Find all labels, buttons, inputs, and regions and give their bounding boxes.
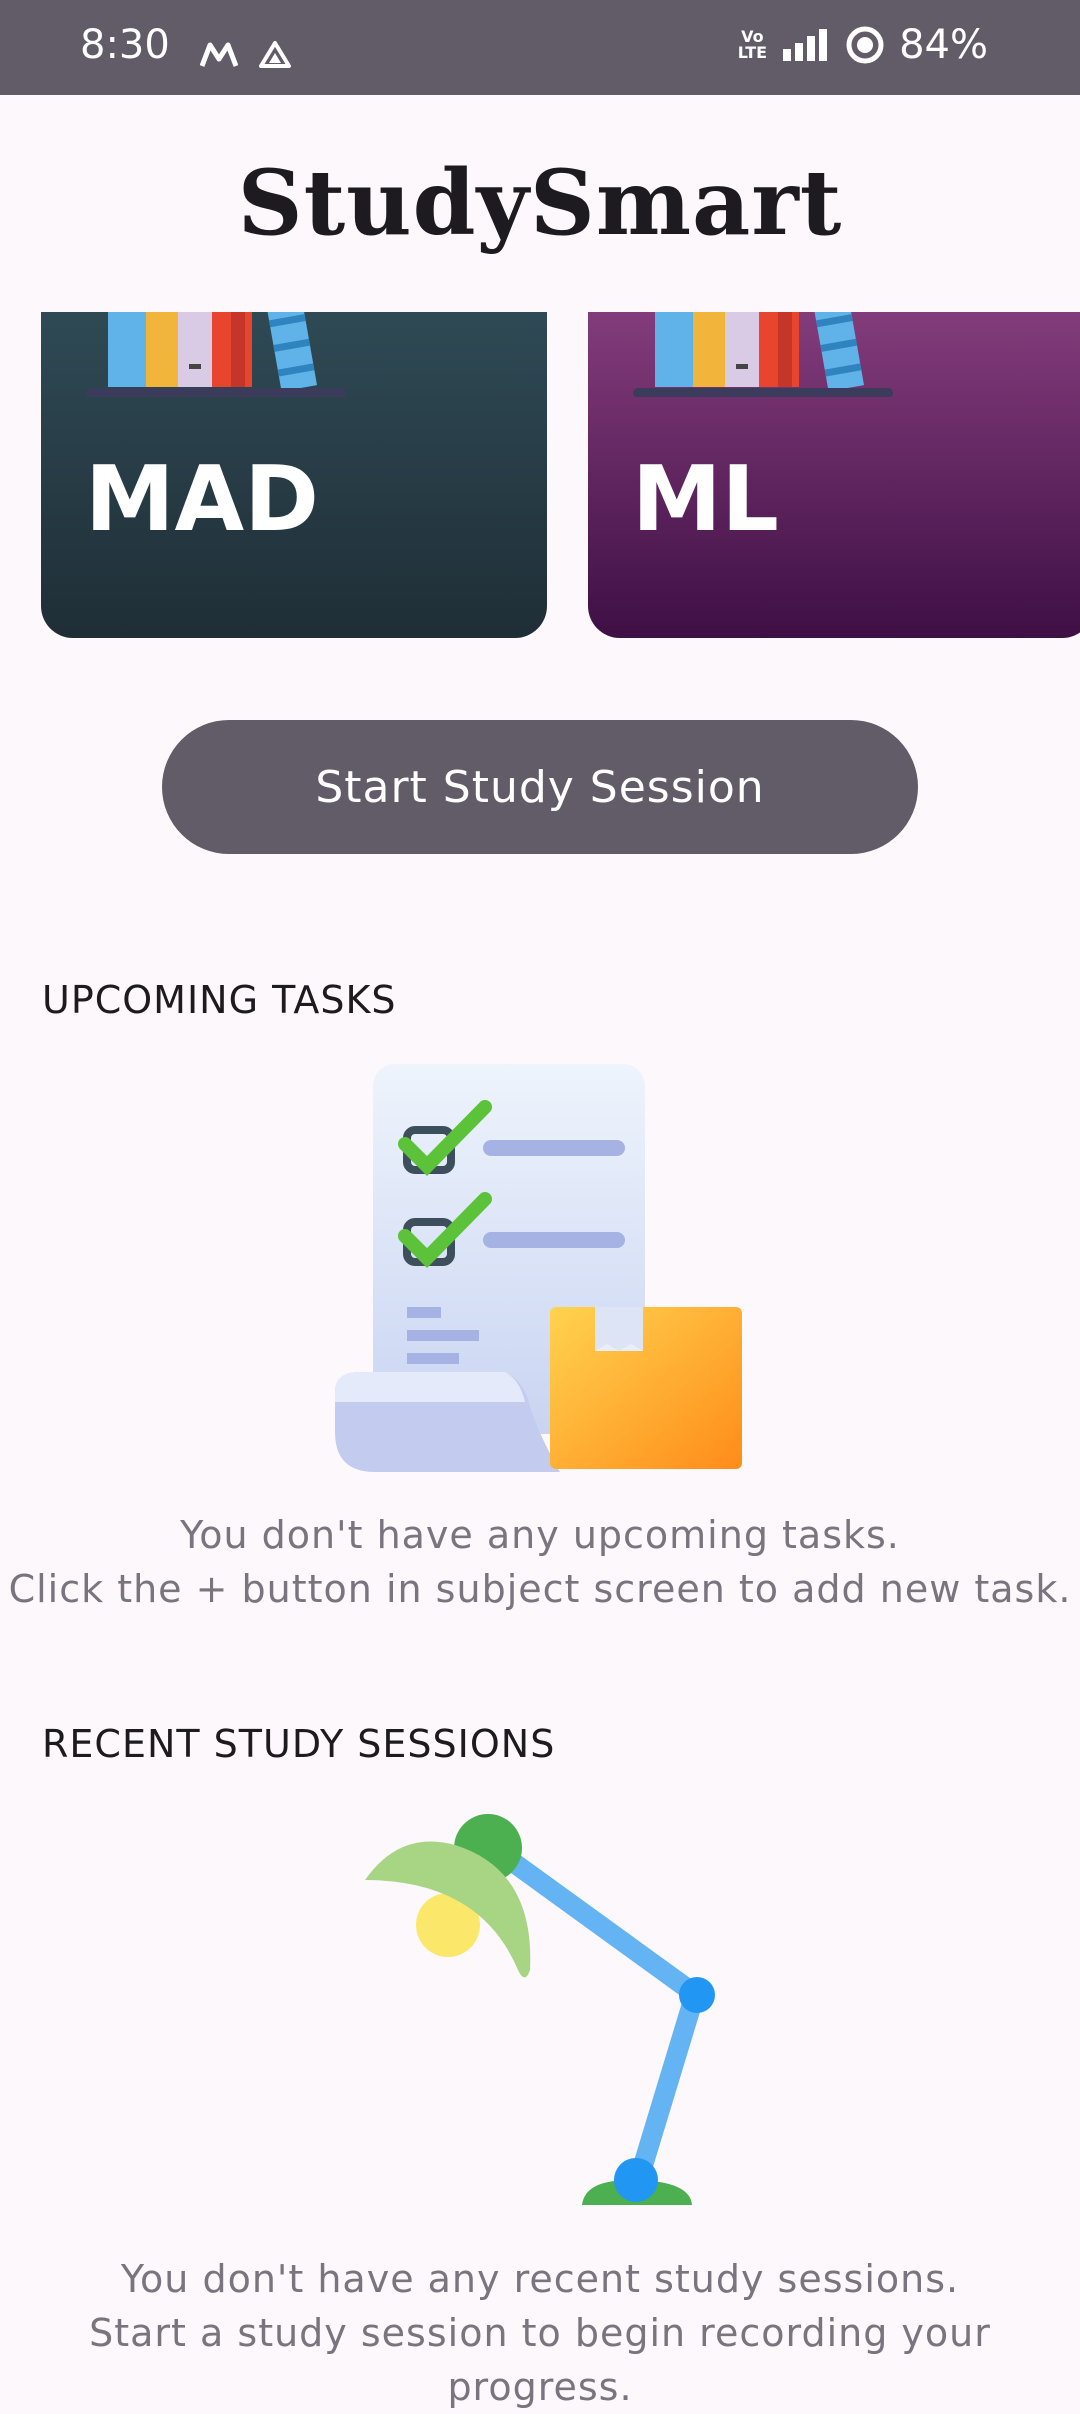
subject-name-ml: ML: [632, 447, 779, 552]
battery-ring-icon: [846, 26, 884, 64]
battery-percent: 84%: [899, 22, 988, 68]
motorola-m-icon: [200, 42, 238, 67]
recent-sessions-empty-line-3: progress.: [447, 2365, 633, 2409]
signal-icon: [783, 29, 828, 61]
subject-cards-row[interactable]: MAD ML: [0, 312, 1080, 638]
upcoming-tasks-empty-line-2: Click the + button in subject screen to …: [8, 1567, 1072, 1611]
volte-icon: Vo LTE: [738, 29, 767, 61]
upcoming-tasks-empty-line-1: You don't have any upcoming tasks.: [180, 1513, 900, 1557]
subject-card-mad[interactable]: MAD: [41, 312, 547, 638]
recent-sessions-empty-line-1: You don't have any recent study sessions…: [120, 2257, 960, 2301]
status-right-group: Vo LTE 84%: [738, 22, 988, 68]
status-bar: 8:30 Vo LTE 84%: [0, 0, 1080, 95]
drive-icon: [259, 41, 291, 68]
recent-sessions-empty-line-2: Start a study session to begin recording…: [89, 2311, 991, 2355]
subject-card-ml[interactable]: ML: [588, 312, 1080, 638]
recent-sessions-heading: RECENT STUDY SESSIONS: [42, 1722, 556, 1766]
app-title: StudySmart: [237, 150, 843, 256]
bookshelf-icon: [633, 312, 893, 397]
status-time: 8:30: [80, 22, 170, 68]
upcoming-tasks-heading: UPCOMING TASKS: [42, 978, 397, 1022]
desk-lamp-icon: [365, 1814, 715, 2205]
checklist-box-icon: [335, 1064, 742, 1472]
bookshelf-icon: [86, 312, 346, 397]
status-notification-icons: [200, 40, 292, 70]
start-study-session-button[interactable]: Start Study Session: [162, 720, 918, 854]
volte-bottom-label: LTE: [737, 43, 768, 62]
subject-name-mad: MAD: [85, 447, 319, 552]
